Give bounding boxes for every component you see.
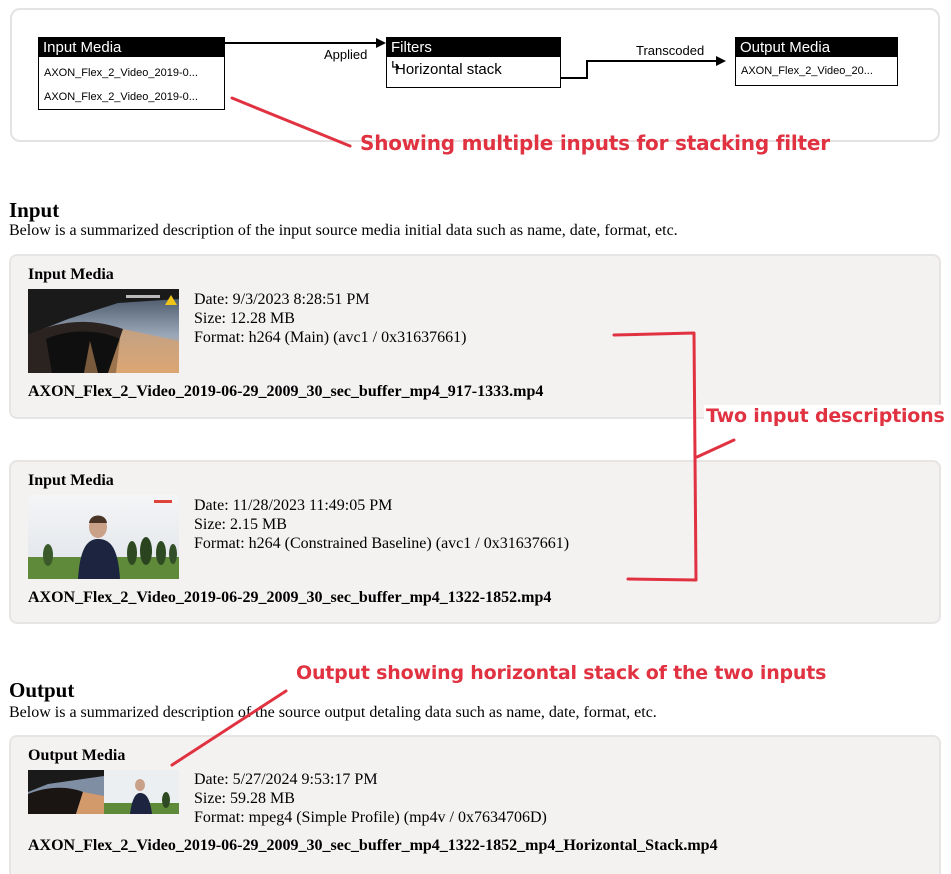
flow-node-output-media[interactable]: Output Media AXON_Flex_2_Video_20... <box>735 37 898 86</box>
media-date: Date: 9/3/2023 8:28:51 PM <box>194 291 370 308</box>
media-format: Format: mpeg4 (Simple Profile) (mp4v / 0… <box>194 809 547 826</box>
flow-node-item[interactable]: AXON_Flex_2_Video_2019-0... <box>39 91 224 104</box>
filter-name: Horizontal stack <box>395 61 502 78</box>
flow-node-item[interactable]: AXON_Flex_2_Video_2019-0... <box>39 67 224 80</box>
vehicle-dashcam-thumbnail[interactable] <box>28 289 179 373</box>
input-section-description: Below is a summarized description of the… <box>9 222 678 239</box>
annotation-multiple-inputs: Showing multiple inputs for stacking fil… <box>360 131 830 155</box>
flow-node-item[interactable]: AXON_Flex_2_Video_20... <box>736 65 897 78</box>
input-media-card: Input Media Date: 9/3/2023 8:28:51 PM Si… <box>9 254 941 419</box>
media-size: Size: 59.28 MB <box>194 790 295 807</box>
annotation-output-stack: Output showing horizontal stack of the t… <box>296 662 827 684</box>
media-metadata: Date: 5/27/2024 9:53:17 PM Size: 59.28 M… <box>194 770 547 827</box>
input-media-card: Input Media Date: 11/28/2023 11:49:05 PM… <box>9 460 941 624</box>
flow-node-item[interactable]: ↳ Horizontal stack <box>387 61 560 79</box>
media-file-name: AXON_Flex_2_Video_2019-06-29_2009_30_sec… <box>28 383 544 400</box>
flow-node-title: Filters <box>387 38 560 57</box>
edge-label-transcoded: Transcoded <box>636 43 705 58</box>
media-metadata: Date: 9/3/2023 8:28:51 PM Size: 12.28 MB… <box>194 290 466 347</box>
annotation-line <box>695 438 736 459</box>
flow-node-title: Input Media <box>39 38 224 57</box>
media-format: Format: h264 (Constrained Baseline) (avc… <box>194 535 570 552</box>
output-media-card: Output Media Date: 5/27/2024 9:53:17 PM … <box>9 735 941 874</box>
horizontal-stack-thumbnail[interactable] <box>28 770 179 814</box>
output-section-description: Below is a summarized description of the… <box>9 704 657 721</box>
media-size: Size: 2.15 MB <box>194 516 287 533</box>
media-date: Date: 5/27/2024 9:53:17 PM <box>194 771 378 788</box>
edge-label-applied: Applied <box>324 47 368 62</box>
card-label: Input Media <box>28 472 114 489</box>
flow-node-filters[interactable]: Filters ↳ Horizontal stack <box>386 37 561 88</box>
person-outdoor-thumbnail[interactable] <box>28 495 179 579</box>
card-label: Input Media <box>28 266 114 283</box>
media-file-name: AXON_Flex_2_Video_2019-06-29_2009_30_sec… <box>28 589 552 606</box>
flow-node-title: Output Media <box>736 38 897 57</box>
media-metadata: Date: 11/28/2023 11:49:05 PM Size: 2.15 … <box>194 496 569 553</box>
media-format: Format: h264 (Main) (avc1 / 0x31637661) <box>194 329 467 346</box>
media-date: Date: 11/28/2023 11:49:05 PM <box>194 497 393 514</box>
input-section-title: Input <box>9 198 60 222</box>
flow-node-input-media[interactable]: Input Media AXON_Flex_2_Video_2019-0... … <box>38 37 225 110</box>
output-section-title: Output <box>9 678 75 702</box>
annotation-two-inputs: Two input descriptions <box>704 405 949 427</box>
card-label: Output Media <box>28 747 126 764</box>
media-file-name: AXON_Flex_2_Video_2019-06-29_2009_30_sec… <box>28 837 718 854</box>
corner-arrow-icon: ↳ <box>389 61 402 74</box>
media-size: Size: 12.28 MB <box>194 310 295 327</box>
